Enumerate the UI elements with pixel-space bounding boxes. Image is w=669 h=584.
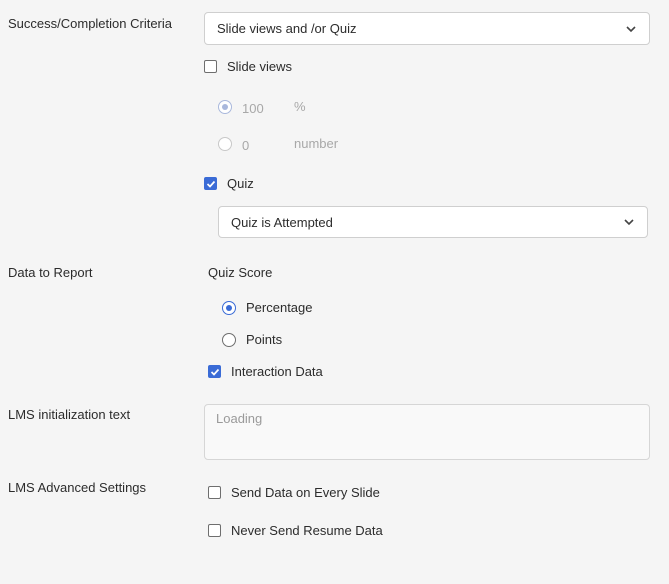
chevron-down-icon bbox=[626, 25, 636, 32]
success-criteria-dropdown[interactable]: Slide views and /or Quiz bbox=[204, 12, 650, 45]
checkmark-icon bbox=[206, 180, 215, 188]
percentage-option[interactable]: Percentage bbox=[222, 300, 313, 315]
percent-option: 100 % bbox=[218, 97, 306, 116]
percent-value: 100 bbox=[242, 101, 264, 116]
lms-init-placeholder: Loading bbox=[216, 411, 263, 426]
slide-views-checkbox[interactable] bbox=[204, 60, 217, 73]
percentage-label: Percentage bbox=[246, 300, 313, 315]
number-value: 0 bbox=[242, 138, 250, 153]
percentage-radio[interactable] bbox=[222, 300, 236, 315]
slide-views-label: Slide views bbox=[227, 59, 293, 74]
quiz-label: Quiz bbox=[227, 176, 254, 191]
never-send-resume-option[interactable]: Never Send Resume Data bbox=[208, 523, 383, 538]
quiz-criteria-value: Quiz is Attempted bbox=[231, 214, 333, 230]
checkmark-icon bbox=[210, 368, 219, 376]
interaction-data-checkbox[interactable] bbox=[208, 365, 221, 378]
slide-views-option[interactable]: Slide views bbox=[204, 59, 292, 74]
quiz-checkbox[interactable] bbox=[204, 177, 217, 190]
number-unit: number bbox=[294, 136, 339, 151]
quiz-score-label: Quiz Score bbox=[208, 265, 273, 280]
quiz-score-heading: Quiz Score bbox=[208, 265, 272, 280]
points-radio[interactable] bbox=[222, 332, 236, 347]
send-data-every-slide-option[interactable]: Send Data on Every Slide bbox=[208, 485, 380, 500]
number-option: 0 number bbox=[218, 134, 338, 153]
interaction-data-option[interactable]: Interaction Data bbox=[208, 364, 323, 379]
percent-unit: % bbox=[294, 99, 306, 114]
never-send-resume-label: Never Send Resume Data bbox=[231, 523, 383, 538]
success-criteria-value: Slide views and /or Quiz bbox=[217, 21, 357, 36]
lms-advanced-label: LMS Advanced Settings bbox=[8, 480, 147, 495]
success-criteria-label: Success/Completion Criteria bbox=[8, 16, 173, 31]
number-radio bbox=[218, 136, 232, 151]
chevron-down-icon bbox=[624, 219, 634, 226]
points-label: Points bbox=[246, 332, 283, 347]
never-send-resume-checkbox[interactable] bbox=[208, 524, 221, 537]
quiz-criteria-dropdown[interactable]: Quiz is Attempted bbox=[218, 206, 648, 238]
lms-init-textarea[interactable]: Loading bbox=[204, 404, 650, 460]
quiz-option[interactable]: Quiz bbox=[204, 176, 254, 191]
send-data-every-slide-checkbox[interactable] bbox=[208, 486, 221, 499]
lms-init-label: LMS initialization text bbox=[8, 407, 131, 422]
interaction-data-label: Interaction Data bbox=[231, 364, 323, 379]
send-data-every-slide-label: Send Data on Every Slide bbox=[231, 485, 380, 500]
percent-radio bbox=[218, 99, 232, 114]
data-to-report-label: Data to Report bbox=[8, 265, 93, 280]
points-option[interactable]: Points bbox=[222, 332, 282, 347]
